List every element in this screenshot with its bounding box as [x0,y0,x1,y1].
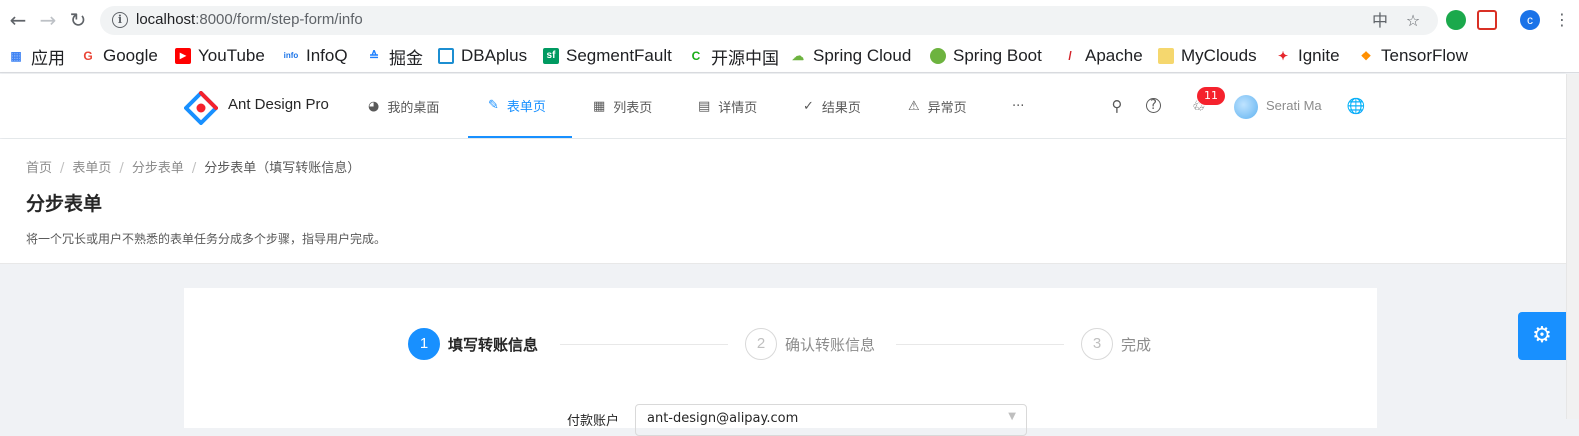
forward-icon[interactable]: → [36,8,60,32]
step-2-label: 确认转账信息 [785,335,876,354]
bookmark-dbaplus[interactable]: DBAplus [438,45,527,67]
bookmark-ignite[interactable]: ✦ Ignite [1275,45,1340,67]
youtube-icon: ▶ [175,48,191,64]
pay-account-select[interactable]: ant-design@alipay.com ▼ [635,404,1027,436]
gear-icon: ⚙ [1532,323,1552,348]
step-connector [896,344,1064,345]
profile-avatar-icon[interactable]: c [1520,10,1540,30]
sf-icon: sf [543,48,559,64]
breadcrumb-separator: / [191,161,197,176]
translate-icon[interactable]: 中 [1370,11,1390,31]
step-1: 1 填写转账信息 [408,328,538,360]
breadcrumb-separator: / [60,161,65,176]
bookmark-apache[interactable]: / Apache [1062,45,1142,67]
google-g-icon: G [83,49,93,63]
step-form-card: 1 填写转账信息 2 确认转账信息 3 完成 付款账户 ant-design@a… [184,288,1377,436]
ignite-icon: ✦ [1277,49,1289,63]
menu-item-list[interactable]: ▦ 列表页 [593,74,652,138]
warning-icon: ⚠ [908,98,920,114]
step-1-number: 1 [408,328,440,360]
evernote-extension-icon[interactable] [1446,10,1466,30]
oschina-icon: C [691,49,701,63]
page-description: 将一个冗长或用户不熟悉的表单任务分成多个步骤，指导用户完成。 [26,232,387,246]
folder-icon [1158,48,1174,64]
step-connector [560,344,728,345]
juejin-icon: ≙ [368,49,380,63]
app-title[interactable]: Ant Design Pro [228,96,329,113]
help-icon[interactable]: ? [1146,98,1161,113]
app-header: Ant Design Pro ◕ 我的桌面 ✎ 表单页 ▦ 列表页 ▤ 详情页 ✓ 结果页… [0,74,1566,138]
dashboard-icon: ◕ [368,98,380,114]
chevron-down-icon: ▼ [1008,411,1016,422]
ant-design-logo-icon[interactable] [184,91,218,125]
setting-drawer-button[interactable]: ⚙ [1518,312,1566,360]
globe-icon[interactable]: 🌐 [1346,96,1366,116]
infoq-icon: info [283,51,299,60]
bookmark-segmentfault[interactable]: sf SegmentFault [543,45,672,67]
bookmark-apps[interactable]: ▦ 应用 [8,45,65,68]
step-1-label: 填写转账信息 [448,335,539,354]
reload-icon[interactable]: ↻ [66,8,90,32]
breadcrumb-home[interactable]: 首页 [26,161,52,176]
bookmark-tensorflow[interactable]: ❖ TensorFlow [1358,45,1468,67]
menu-more[interactable]: ··· [1012,74,1024,138]
step-3: 3 完成 [1081,328,1151,360]
page-header: 首页 / 表单页 / 分步表单 / 分步表单（填写转账信息） 分步表单 将一个冗长或用户不熟… [0,139,1566,264]
spring-cloud-icon: ☁ [792,49,804,63]
profile-icon: ▤ [698,98,711,114]
breadcrumb-form[interactable]: 表单页 [72,161,111,176]
search-icon[interactable]: ⚲ [1107,96,1127,116]
step-3-number: 3 [1081,328,1113,360]
table-icon: ▦ [593,98,606,114]
step-2: 2 确认转账信息 [745,328,875,360]
menu-item-result[interactable]: ✓ 结果页 [803,74,861,138]
menu-item-form[interactable]: ✎ 表单页 [468,74,572,138]
bookmarks-bar: ▦ 应用 G Google ▶ YouTube info InfoQ ≙ 掘金 DBApl… [0,40,1579,73]
tensorflow-icon: ❖ [1360,49,1372,63]
bookmark-myclouds[interactable]: MyClouds [1158,45,1257,67]
bookmark-google[interactable]: G Google [80,45,158,67]
bookmark-juejin[interactable]: ≙ 掘金 [366,45,423,68]
browser-menu-icon[interactable]: ⋮ [1550,8,1574,32]
check-circle-icon: ✓ [803,98,814,114]
url-text[interactable]: localhost:8000/form/step-form/info [136,11,363,28]
form-edit-icon: ✎ [488,97,499,113]
avatar[interactable] [1234,95,1258,119]
breadcrumb-separator: / [119,161,124,176]
spring-boot-icon [930,48,946,64]
notice-badge: 11 [1197,87,1225,105]
dbaplus-icon [438,48,454,64]
breadcrumb-step-form[interactable]: 分步表单 [132,161,184,176]
breadcrumb: 首页 / 表单页 / 分步表单 / 分步表单（填写转账信息） [26,157,360,176]
site-info-icon[interactable]: i [112,12,128,28]
apache-feather-icon: / [1068,49,1072,63]
step-3-label: 完成 [1121,335,1152,354]
fe-extension-icon[interactable] [1477,10,1497,30]
breadcrumb-current: 分步表单（填写转账信息） [204,161,361,176]
bookmark-infoq[interactable]: info InfoQ [283,45,348,67]
address-bar[interactable]: i localhost:8000/form/step-form/info 中 ☆ [100,6,1438,35]
apps-grid-icon: ▦ [10,49,22,63]
user-name[interactable]: Serati Ma [1266,98,1322,113]
bookmark-spring-boot[interactable]: Spring Boot [930,45,1042,67]
bookmark-oschina[interactable]: C 开源中国 [688,45,779,68]
back-icon[interactable]: ← [6,8,30,32]
page-scrollbar[interactable] [1566,74,1579,419]
bookmark-youtube[interactable]: ▶ YouTube [175,45,265,67]
menu-item-dashboard[interactable]: ◕ 我的桌面 [368,74,439,138]
bookmark-spring-cloud[interactable]: ☁ Spring Cloud [790,45,911,67]
step-2-number: 2 [745,328,777,360]
menu-item-profile[interactable]: ▤ 详情页 [698,74,757,138]
pay-account-label: 付款账户 [567,414,620,429]
bookmark-star-icon[interactable]: ☆ [1403,11,1423,31]
page-title: 分步表单 [26,193,103,215]
browser-toolbar: ← → ↻ i localhost:8000/form/step-form/in… [0,0,1579,40]
menu-item-exception[interactable]: ⚠ 异常页 [908,74,967,138]
